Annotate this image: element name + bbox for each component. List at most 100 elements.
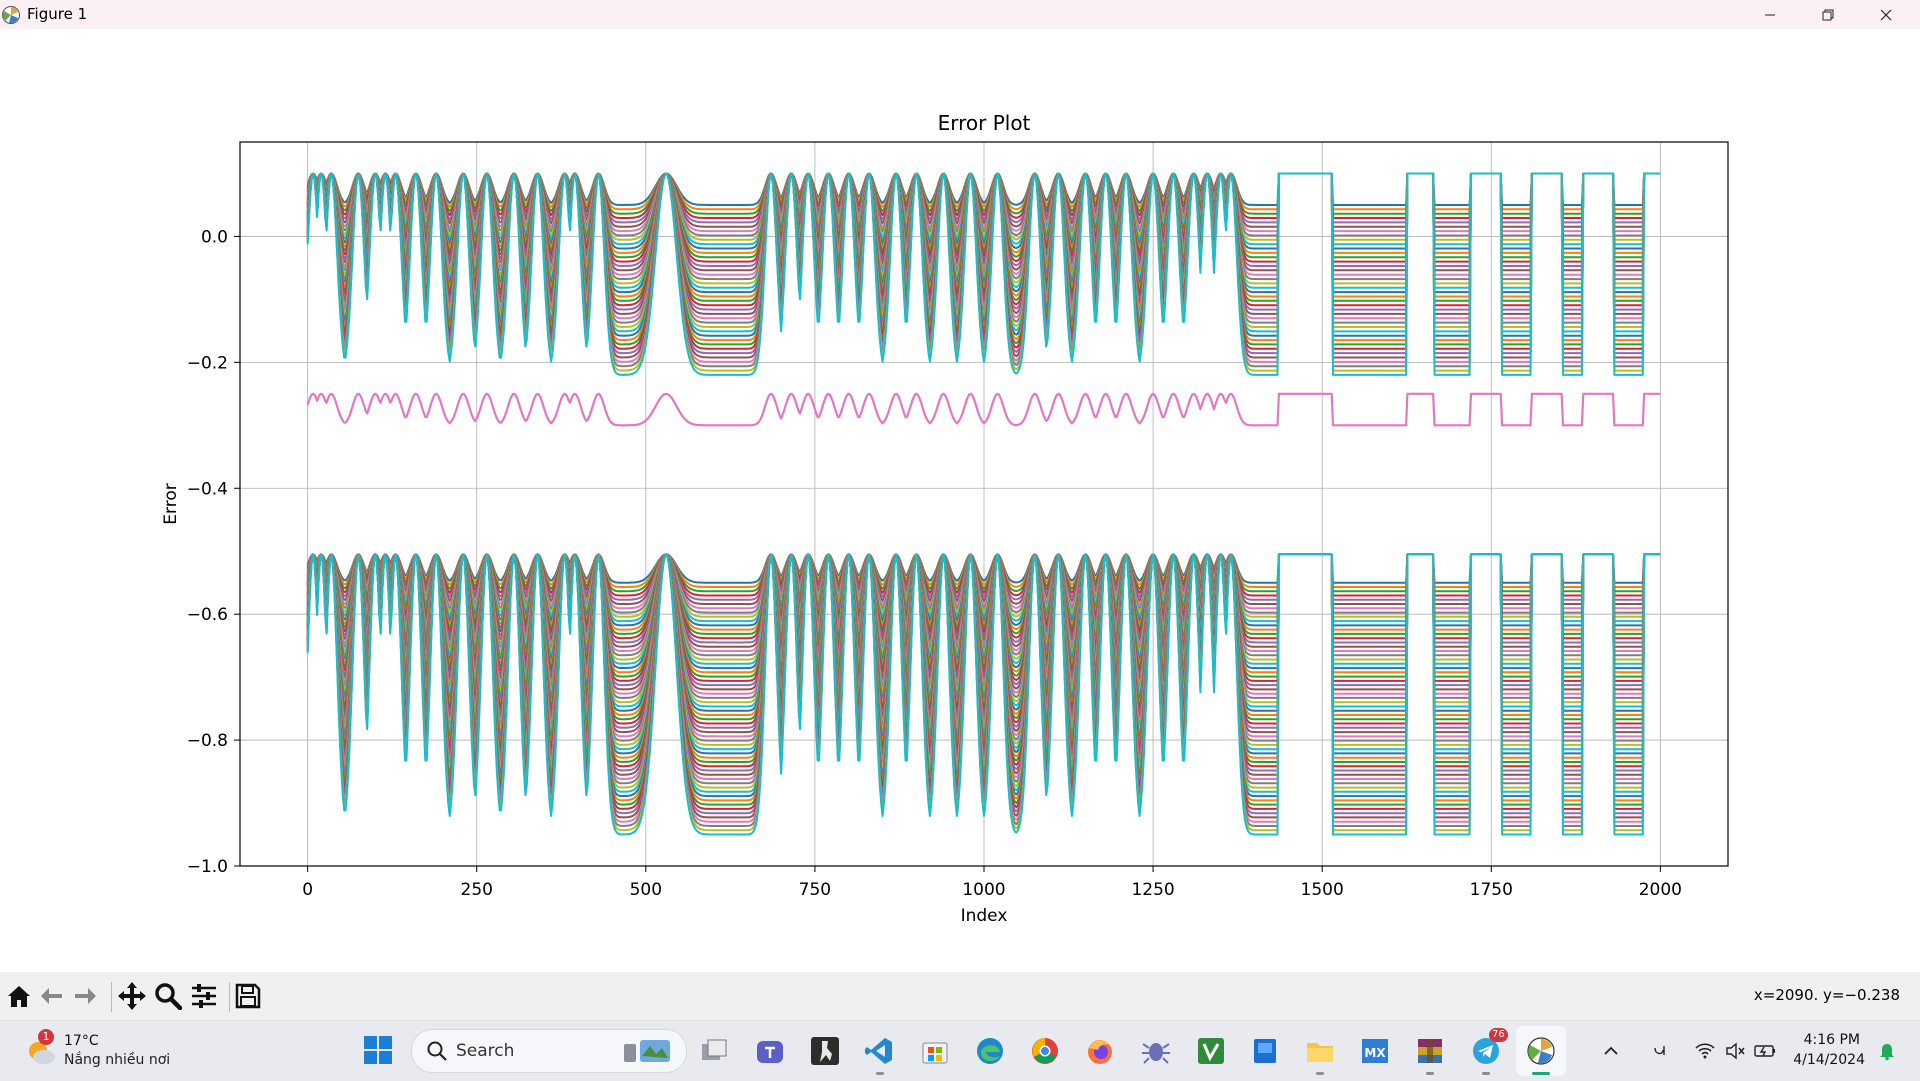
tray-battery[interactable] xyxy=(1748,1034,1782,1068)
taskbar-counter-strike[interactable] xyxy=(808,1034,842,1068)
language-icon xyxy=(1654,1046,1665,1055)
y-tick-label: −0.4 xyxy=(187,479,228,499)
weather-condition: Nắng nhiều nơi xyxy=(64,1052,171,1068)
firefox-icon xyxy=(1088,1040,1112,1064)
y-tick-label: −0.2 xyxy=(187,353,228,373)
volume-muted-icon xyxy=(1726,1042,1745,1060)
bell-icon xyxy=(1880,1044,1894,1061)
taskbar-winrar[interactable] xyxy=(1413,1034,1447,1068)
configure-subplots-button[interactable] xyxy=(186,978,222,1014)
weather-temperature: 17°C xyxy=(64,1033,99,1049)
winrar-running-indicator xyxy=(1426,1072,1434,1075)
x-tick-label: 250 xyxy=(461,880,493,900)
taskbar-vegas[interactable] xyxy=(1194,1034,1228,1068)
close-icon xyxy=(1880,9,1892,20)
y-tick-label: −0.6 xyxy=(187,605,228,625)
magnifier-icon xyxy=(155,983,182,1010)
taskbar-blue-app[interactable] xyxy=(1248,1034,1282,1068)
search-highlight-icon xyxy=(624,1040,670,1062)
x-tick-label: 2000 xyxy=(1639,880,1682,900)
save-button[interactable] xyxy=(230,978,266,1014)
clock-date[interactable]: 4/14/2024 xyxy=(1793,1052,1865,1068)
matplotlib-toolbar: x=2090. y=−0.238 xyxy=(0,972,1920,1020)
window-title: Figure 1 xyxy=(27,5,88,23)
sliders-icon xyxy=(192,984,216,1008)
toolbar-separator xyxy=(111,982,112,1012)
vscode-icon xyxy=(865,1038,892,1064)
taskbar-bug-app[interactable] xyxy=(1139,1034,1173,1068)
winrar-icon xyxy=(1418,1039,1442,1063)
x-tick-label: 500 xyxy=(630,880,662,900)
windows-logo-icon xyxy=(364,1036,392,1064)
back-button[interactable] xyxy=(34,978,70,1014)
home-button[interactable] xyxy=(1,978,37,1014)
taskbar-matplotlib[interactable] xyxy=(1524,1034,1558,1068)
counter-strike-icon xyxy=(811,1037,839,1065)
mx-icon: MX xyxy=(1362,1039,1388,1063)
windows-taskbar: 1 17°C Nắng nhiều nơi Search MX 76 4:16 … xyxy=(0,1020,1920,1081)
edge-icon xyxy=(977,1038,1003,1064)
taskbar-firefox[interactable] xyxy=(1083,1034,1117,1068)
minimize-button[interactable] xyxy=(1741,0,1799,29)
wifi-icon xyxy=(1695,1043,1715,1059)
chart-title: Error Plot xyxy=(938,111,1031,135)
matplotlib-icon xyxy=(1527,1037,1555,1065)
y-tick-label: 0.0 xyxy=(201,227,228,247)
chrome-icon xyxy=(1032,1038,1058,1064)
minimize-icon xyxy=(1765,14,1775,15)
x-tick-label: 750 xyxy=(799,880,831,900)
x-tick-label: 0 xyxy=(302,880,313,900)
close-button[interactable] xyxy=(1857,0,1915,29)
x-tick-label: 1250 xyxy=(1131,880,1174,900)
blue-app-icon xyxy=(1254,1039,1276,1063)
move-icon xyxy=(118,982,146,1010)
cursor-coordinates: x=2090. y=−0.238 xyxy=(1753,986,1900,1004)
zoom-button[interactable] xyxy=(150,978,186,1014)
search-icon xyxy=(427,1041,447,1061)
taskbar-mx-app[interactable]: MX xyxy=(1358,1034,1392,1068)
matplotlib-active-indicator xyxy=(1532,1072,1550,1075)
figure-canvas[interactable]: 0 250 500 750 1000 1250 1500 1750 2000 0.0 −0.2 −0.… xyxy=(0,29,1920,972)
tray-wifi[interactable] xyxy=(1688,1034,1722,1068)
restore-button[interactable] xyxy=(1799,0,1857,29)
explorer-running-indicator xyxy=(1316,1072,1324,1075)
tray-show-hidden-button[interactable] xyxy=(1594,1034,1628,1068)
y-tick-label: −0.8 xyxy=(187,731,228,751)
taskbar-vscode[interactable] xyxy=(862,1034,896,1068)
taskbar-edge[interactable] xyxy=(973,1034,1007,1068)
taskbar-search-box[interactable]: Search xyxy=(411,1029,687,1073)
teams-icon xyxy=(757,1041,783,1063)
pan-button[interactable] xyxy=(114,978,150,1014)
error-plot-chart: 0 250 500 750 1000 1250 1500 1750 2000 0.0 −0.2 −0.… xyxy=(161,111,1729,926)
telegram-running-indicator xyxy=(1482,1072,1490,1075)
notification-center-button[interactable] xyxy=(1870,1034,1904,1068)
folder-icon xyxy=(1307,1043,1333,1062)
matplotlib-app-icon xyxy=(2,6,20,24)
store-icon xyxy=(922,1042,948,1064)
start-button[interactable] xyxy=(361,1033,395,1067)
search-label: Search xyxy=(456,1041,515,1061)
tray-input-language[interactable] xyxy=(1643,1034,1677,1068)
vscode-running-indicator xyxy=(876,1072,884,1075)
telegram-unread-badge: 76 xyxy=(1489,1028,1508,1042)
x-tick-label: 1500 xyxy=(1301,880,1344,900)
taskbar-telegram[interactable]: 76 xyxy=(1469,1028,1508,1068)
restore-icon xyxy=(1822,9,1834,20)
taskbar-file-explorer[interactable] xyxy=(1303,1034,1337,1068)
window-titlebar: Figure 1 xyxy=(0,0,1920,29)
x-tick-label: 1000 xyxy=(962,880,1005,900)
task-view-icon xyxy=(702,1039,727,1060)
forward-button[interactable] xyxy=(67,978,103,1014)
tray-volume[interactable] xyxy=(1718,1034,1752,1068)
weather-notification-badge: 1 xyxy=(38,1029,54,1045)
taskbar-teams[interactable] xyxy=(753,1034,787,1068)
y-axis-label: Error xyxy=(161,483,181,524)
x-tick-label: 1750 xyxy=(1470,880,1513,900)
arrow-right-icon xyxy=(75,988,96,1004)
taskbar-chrome[interactable] xyxy=(1028,1034,1062,1068)
clock-time[interactable]: 4:16 PM xyxy=(1804,1032,1860,1048)
arrow-left-icon xyxy=(41,988,62,1004)
taskbar-task-view[interactable] xyxy=(697,1034,731,1068)
taskbar-ms-store[interactable] xyxy=(918,1034,952,1068)
floppy-icon xyxy=(235,983,261,1009)
